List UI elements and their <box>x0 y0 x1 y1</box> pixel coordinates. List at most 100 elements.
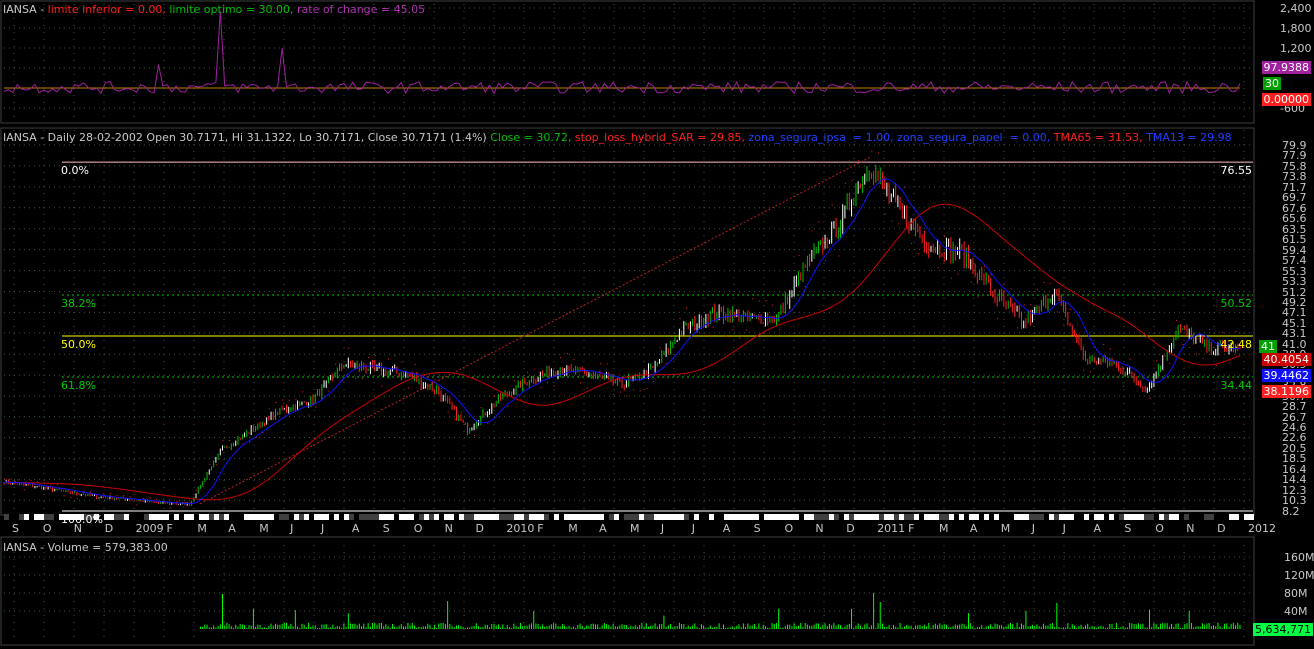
month-strip-cell <box>754 514 759 520</box>
sar-dot <box>573 359 575 361</box>
month-strip-cell <box>319 514 324 520</box>
month-strip-cell <box>479 514 484 520</box>
month-strip-cell <box>779 514 784 520</box>
sar-dot <box>566 353 568 355</box>
month-strip-cell <box>544 514 549 520</box>
month-strip-cell <box>924 514 929 520</box>
sar-dot <box>772 304 774 306</box>
month-strip-cell <box>594 514 599 520</box>
month-label: J <box>290 522 294 535</box>
sar-dot <box>699 332 701 334</box>
candle-layer <box>3 164 1241 506</box>
month-strip-cell <box>409 514 414 520</box>
month-strip-cell <box>1079 514 1084 520</box>
sar-dot <box>10 478 12 480</box>
month-strip-cell <box>799 514 804 520</box>
month-strip-cell <box>24 514 29 520</box>
month-strip <box>4 514 1254 520</box>
sar-dot <box>904 186 906 188</box>
sar-dot <box>613 393 615 395</box>
month-strip-cell <box>354 514 359 520</box>
sar-dot <box>143 498 145 500</box>
sar-dot <box>1063 323 1065 325</box>
month-strip-cell <box>364 514 369 520</box>
month-strip-cell <box>484 514 489 520</box>
roc-panel-frame <box>0 0 1255 124</box>
sar-dot <box>1123 385 1125 387</box>
month-strip-cell <box>809 514 814 520</box>
month-strip-cell <box>1004 514 1009 520</box>
sar-dot <box>546 382 548 384</box>
sar-dot <box>63 495 65 497</box>
month-strip-cell <box>499 514 504 520</box>
month-strip-cell <box>454 514 459 520</box>
month-label: J <box>1062 522 1066 535</box>
volume-axis-tick: 80M <box>1284 587 1308 600</box>
sar-dot <box>712 326 714 328</box>
month-strip-cell <box>889 514 894 520</box>
month-strip-cell <box>584 514 589 520</box>
sar-dot <box>990 274 992 276</box>
month-strip-cell <box>1074 514 1079 520</box>
fib-right-label: 34.44 <box>1220 379 1253 393</box>
sar-dot <box>891 220 893 222</box>
month-strip-cell <box>1219 514 1224 520</box>
sar-dot <box>434 379 436 381</box>
month-strip-cell <box>284 514 289 520</box>
sar-dot <box>447 411 449 413</box>
month-label: A <box>722 522 731 535</box>
sar-dot <box>1083 369 1085 371</box>
sar-dot <box>1076 324 1078 326</box>
month-strip-cell <box>679 514 684 520</box>
month-strip-cell <box>469 514 474 520</box>
month-strip-cell <box>569 514 574 520</box>
month-label: A <box>228 522 236 535</box>
month-label: A <box>599 522 607 535</box>
sar-dot <box>1169 363 1171 365</box>
month-strip-cell <box>44 514 49 520</box>
month-strip-cell <box>604 514 609 520</box>
month-strip-cell <box>519 514 524 520</box>
sar-dot <box>1202 358 1204 360</box>
month-strip-cell <box>144 514 149 520</box>
sar-dot <box>811 230 813 232</box>
month-strip-cell <box>839 514 844 520</box>
month-strip-cell <box>1119 514 1124 520</box>
sar-dot <box>361 377 363 379</box>
sar-dot <box>507 405 509 407</box>
sar-dot <box>388 358 390 360</box>
fib-right-label: 42.48 <box>1220 338 1253 351</box>
month-strip-cell <box>49 514 54 520</box>
month-strip-cell <box>579 514 584 520</box>
roc-optimum-tag: 30 <box>1263 77 1281 90</box>
month-strip-cell <box>54 514 59 520</box>
month-strip-cell <box>154 514 159 520</box>
grid <box>4 4 1252 640</box>
roc-layer <box>3 7 1252 109</box>
month-strip-cell <box>329 514 334 520</box>
month-strip-cell <box>174 514 179 520</box>
month-strip-cell <box>674 514 679 520</box>
month-strip-cell <box>1204 514 1209 520</box>
sar-dot <box>580 382 582 384</box>
month-label: N <box>815 522 824 535</box>
month-strip-cell <box>639 514 644 520</box>
month-strip-cell <box>1144 514 1149 520</box>
month-strip-cell <box>414 514 419 520</box>
month-strip-cell <box>969 514 974 520</box>
sar-dot <box>553 385 555 387</box>
price-panel-header: IANSA - Daily 28-02-2002 Open 30.7171, H… <box>3 131 1232 144</box>
sar-dot <box>666 362 668 364</box>
month-strip-cell <box>1164 514 1169 520</box>
month-strip-cell <box>534 514 539 520</box>
sar-dot <box>374 354 376 356</box>
month-strip-cell <box>209 514 214 520</box>
price-header-ipsa: zona_segura_ipsa = 1.00, <box>748 131 898 144</box>
month-strip-cell <box>1044 514 1049 520</box>
month-strip-cell <box>764 514 769 520</box>
month-strip-cell <box>1084 514 1089 520</box>
month-strip-cell <box>139 514 144 520</box>
sar-dot <box>513 380 515 382</box>
month-strip-cell <box>309 514 314 520</box>
sar-dot <box>599 363 601 365</box>
